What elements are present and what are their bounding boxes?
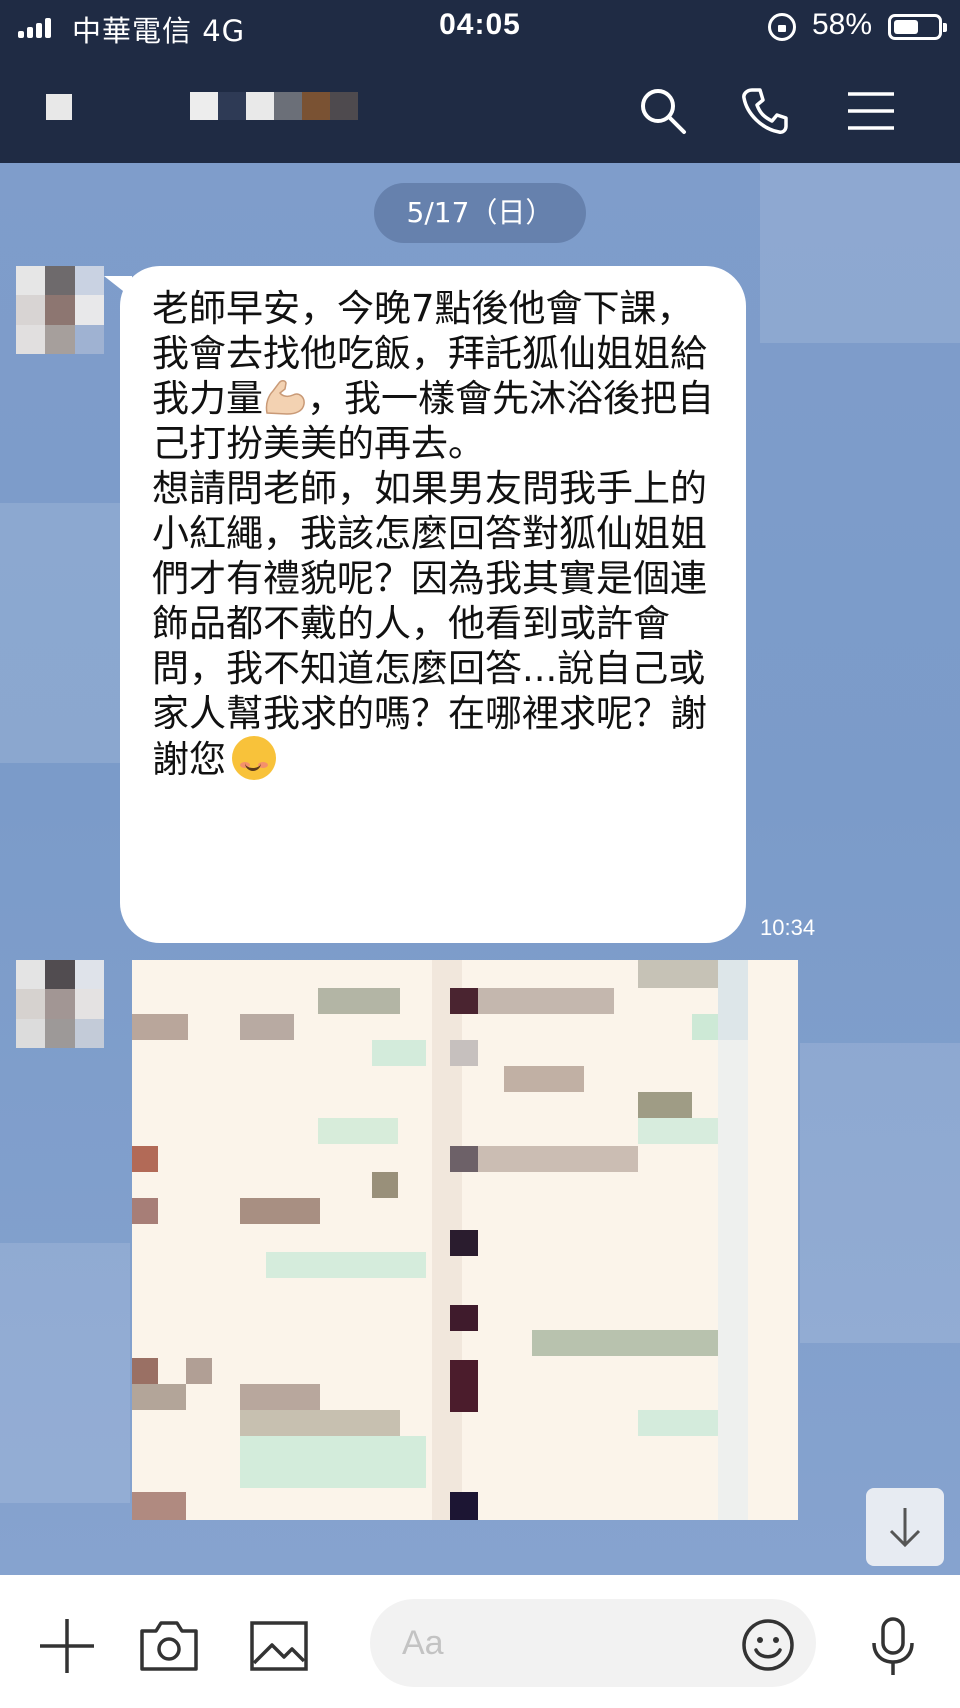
- image-pixel-block: [240, 1436, 426, 1488]
- message-time: 10:34: [760, 915, 816, 940]
- image-pixel-block: [318, 988, 400, 1014]
- status-bar: 中華電信 4G 04:05 58%: [0, 0, 960, 52]
- image-pixel-block: [532, 1330, 718, 1356]
- microphone-icon[interactable]: [862, 1615, 924, 1677]
- message-bubble[interactable]: 老師早安，今晚7點後他會下課，我會去找他吃飯，拜託狐仙姐姐給我力量 ，我一樣會先沐…: [104, 266, 746, 943]
- image-pixel-block: [372, 1172, 398, 1198]
- image-pixel-block: [450, 1230, 478, 1256]
- avatar[interactable]: [16, 266, 104, 354]
- image-pixel-block: [450, 1305, 478, 1331]
- image-pixel-block: [450, 1040, 478, 1066]
- top-bar: 中華電信 4G 04:05 58%: [0, 0, 960, 163]
- image-pixel-block: [132, 1146, 158, 1172]
- chat-area[interactable]: 5/17（日） 老師早安，今晚7點後他會下課，我會去找他吃飯，拜託狐仙姐姐給我力…: [0, 163, 960, 1575]
- image-pixel-block: [638, 960, 718, 988]
- image-pixel-block: [240, 1014, 294, 1040]
- avatar[interactable]: [16, 960, 104, 1048]
- image-pixel-block: [132, 1492, 186, 1520]
- battery-percent: 58%: [812, 8, 873, 41]
- plus-icon[interactable]: [36, 1615, 98, 1677]
- image-pixel-block: [266, 1252, 426, 1278]
- background-cloud: [760, 163, 960, 343]
- scroll-to-bottom-button[interactable]: [866, 1488, 944, 1566]
- background-cloud: [0, 503, 120, 763]
- image-pixel-block: [132, 1198, 158, 1224]
- emoji-icon[interactable]: [740, 1617, 796, 1673]
- image-pixel-block: [450, 1146, 478, 1172]
- image-pixel-block: [450, 988, 478, 1014]
- message-input[interactable]: [402, 1617, 702, 1669]
- image-pixel-block: [478, 988, 614, 1014]
- image-pixel-block: [240, 1198, 320, 1224]
- image-pixel-block: [504, 1066, 584, 1092]
- image-pixel-block: [372, 1040, 426, 1066]
- image-pixel-block: [240, 1410, 400, 1436]
- image-pixel-block: [450, 1492, 478, 1520]
- image-icon[interactable]: [248, 1615, 310, 1677]
- menu-icon[interactable]: [844, 84, 898, 138]
- image-pixel-block: [240, 1384, 320, 1410]
- image-pixel-block: [638, 1092, 692, 1118]
- image-pixel-block: [450, 1360, 478, 1412]
- image-pixel-block: [318, 1118, 398, 1144]
- image-message[interactable]: [132, 960, 798, 1520]
- image-pixel-block: [132, 1358, 158, 1384]
- phone-icon[interactable]: [738, 84, 792, 138]
- battery-fill: [894, 20, 918, 34]
- message-text-part2: ，我一樣會先沐浴後把自己打扮美美的再去。 想請問老師，如果男友問我手上的小紅繩，…: [152, 377, 714, 781]
- search-icon[interactable]: [636, 84, 690, 138]
- image-pixel-block: [718, 960, 748, 1040]
- image-pixel-block: [132, 1014, 188, 1040]
- image-pixel-block: [478, 1146, 638, 1172]
- image-pixel-block: [638, 1118, 718, 1144]
- image-pixel-block: [132, 1384, 186, 1410]
- arrow-down-icon: [889, 1508, 921, 1548]
- background-cloud: [800, 1043, 960, 1343]
- chat-title[interactable]: [190, 92, 358, 120]
- date-separator: 5/17（日）: [374, 183, 586, 243]
- input-bar: [0, 1575, 960, 1708]
- image-pixel-block: [718, 960, 748, 1520]
- image-pixel-block: [186, 1358, 212, 1384]
- background-cloud: [0, 1243, 130, 1503]
- image-pixel-block: [638, 1410, 718, 1436]
- message-input-field[interactable]: [370, 1599, 816, 1687]
- smiling-face-icon: [232, 736, 276, 780]
- flexed-biceps-icon: [263, 377, 307, 417]
- message-text: 老師早安，今晚7點後他會下課，我會去找他吃飯，拜託狐仙姐姐給我力量 ，我一樣會先沐…: [152, 286, 726, 782]
- battery-icon: [888, 14, 947, 40]
- rotation-lock-icon: [768, 13, 796, 41]
- camera-icon[interactable]: [138, 1615, 200, 1677]
- back-button[interactable]: [46, 94, 72, 120]
